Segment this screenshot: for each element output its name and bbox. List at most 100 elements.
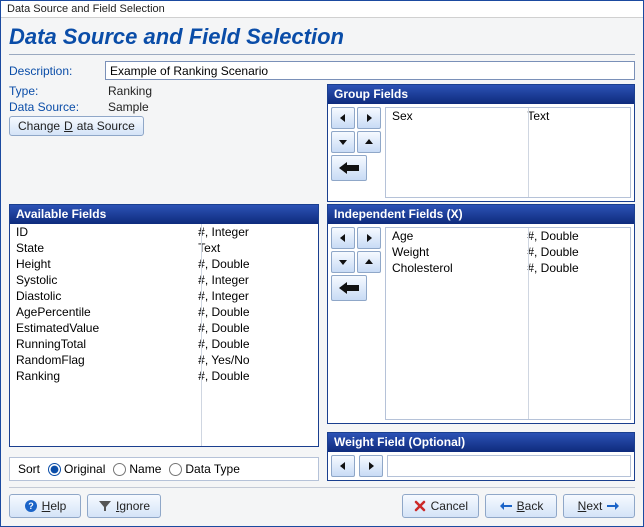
help-button[interactable]: ? Help bbox=[9, 494, 81, 518]
cell-name: RunningTotal bbox=[16, 336, 198, 352]
table-row[interactable]: Diastolic#, Integer bbox=[10, 288, 318, 304]
cell-name: ID bbox=[16, 224, 198, 240]
sort-bar: Sort Original Name Data Type bbox=[9, 457, 319, 481]
indep-down-button[interactable] bbox=[331, 251, 355, 273]
weight-field-panel: Weight Field (Optional) bbox=[327, 432, 635, 481]
table-row[interactable]: RandomFlag#, Yes/No bbox=[10, 352, 318, 368]
independent-arrows bbox=[331, 227, 381, 420]
arrow-left-icon bbox=[499, 499, 513, 513]
indep-up-button[interactable] bbox=[357, 251, 381, 273]
datasource-label: Data Source: bbox=[9, 100, 99, 114]
table-row[interactable]: Height#, Double bbox=[10, 256, 318, 272]
change-ds-label-suffix: ata Source bbox=[77, 119, 135, 133]
back-suffix: ack bbox=[525, 499, 544, 513]
back-button[interactable]: Back bbox=[485, 494, 557, 518]
table-row[interactable]: ID#, Integer bbox=[10, 224, 318, 240]
table-row[interactable]: Systolic#, Integer bbox=[10, 272, 318, 288]
group-fields-header: Group Fields bbox=[328, 85, 634, 104]
next-suffix: ext bbox=[586, 499, 602, 513]
cell-type: #, Double bbox=[198, 320, 312, 336]
cell-type: #, Double bbox=[198, 256, 312, 272]
description-row: Description: bbox=[9, 61, 635, 80]
group-down-button[interactable] bbox=[331, 131, 355, 153]
cell-name: Age bbox=[392, 228, 527, 244]
change-data-source-button[interactable]: Change Data Source bbox=[9, 116, 144, 136]
change-ds-label-prefix: Change bbox=[18, 119, 60, 133]
independent-fields-table[interactable]: Age#, DoubleWeight#, DoubleCholesterol#,… bbox=[385, 227, 631, 420]
independent-fields-panel: Independent Fields (X) bbox=[327, 204, 635, 424]
available-fields-header: Available Fields bbox=[10, 205, 318, 224]
cell-type: #, Integer bbox=[198, 288, 312, 304]
group-remove-all-button[interactable] bbox=[331, 155, 367, 181]
group-fields-table[interactable]: SexText bbox=[385, 107, 631, 198]
table-row[interactable]: Age#, Double bbox=[386, 228, 630, 244]
group-up-button[interactable] bbox=[357, 131, 381, 153]
content-area: Data Source and Field Selection Descript… bbox=[1, 18, 643, 526]
button-bar: ? Help Ignore Cancel Ba bbox=[9, 487, 635, 518]
sort-original-radio[interactable]: Original bbox=[48, 462, 105, 476]
description-label: Description: bbox=[9, 64, 99, 78]
cancel-icon bbox=[413, 499, 427, 513]
indep-prev-button[interactable] bbox=[331, 227, 355, 249]
window-title: Data Source and Field Selection bbox=[1, 1, 643, 18]
cell-type: #, Integer bbox=[198, 272, 312, 288]
group-arrows bbox=[331, 107, 381, 198]
description-input[interactable] bbox=[105, 61, 635, 80]
cell-name: RandomFlag bbox=[16, 352, 198, 368]
available-fields-table[interactable]: ID#, IntegerStateTextHeight#, DoubleSyst… bbox=[10, 224, 318, 446]
table-row[interactable]: Cholesterol#, Double bbox=[386, 260, 630, 276]
table-row[interactable]: StateText bbox=[10, 240, 318, 256]
cell-type: #, Double bbox=[527, 244, 624, 260]
table-row[interactable]: Weight#, Double bbox=[386, 244, 630, 260]
cell-name: State bbox=[16, 240, 198, 256]
table-row[interactable]: Ranking#, Double bbox=[10, 368, 318, 384]
next-button[interactable]: Next bbox=[563, 494, 635, 518]
cell-type: #, Double bbox=[527, 260, 624, 276]
page-heading: Data Source and Field Selection bbox=[9, 24, 635, 50]
available-fields-panel: Available Fields ID#, IntegerStateTextHe… bbox=[9, 204, 319, 447]
cell-name: AgePercentile bbox=[16, 304, 198, 320]
indep-remove-all-button[interactable] bbox=[331, 275, 367, 301]
group-next-button[interactable] bbox=[357, 107, 381, 129]
ignore-suffix: gnore bbox=[119, 499, 150, 513]
type-label: Type: bbox=[9, 84, 99, 98]
sort-label: Sort bbox=[18, 462, 40, 476]
cell-type: #, Double bbox=[198, 336, 312, 352]
table-row[interactable]: EstimatedValue#, Double bbox=[10, 320, 318, 336]
type-value: Ranking bbox=[105, 84, 155, 98]
cell-type: Text bbox=[527, 108, 624, 124]
sort-name-radio[interactable]: Name bbox=[113, 462, 161, 476]
window: Data Source and Field Selection Data Sou… bbox=[0, 0, 644, 527]
independent-fields-header: Independent Fields (X) bbox=[328, 205, 634, 224]
datasource-value: Sample bbox=[105, 100, 152, 114]
group-prev-button[interactable] bbox=[331, 107, 355, 129]
cell-type: Text bbox=[198, 240, 312, 256]
filter-icon bbox=[98, 499, 112, 513]
help-icon: ? bbox=[24, 499, 38, 513]
cell-type: #, Integer bbox=[198, 224, 312, 240]
cell-name: Ranking bbox=[16, 368, 198, 384]
ignore-button[interactable]: Ignore bbox=[87, 494, 161, 518]
heading-divider bbox=[9, 54, 635, 55]
table-row[interactable]: RunningTotal#, Double bbox=[10, 336, 318, 352]
cell-name: Sex bbox=[392, 108, 527, 124]
table-row[interactable]: AgePercentile#, Double bbox=[10, 304, 318, 320]
cell-name: Cholesterol bbox=[392, 260, 527, 276]
cell-name: Systolic bbox=[16, 272, 198, 288]
help-suffix: elp bbox=[50, 499, 66, 513]
cancel-label: Cancel bbox=[431, 499, 468, 513]
weight-next-button[interactable] bbox=[359, 455, 383, 477]
cell-type: #, Double bbox=[198, 368, 312, 384]
sort-datatype-radio[interactable]: Data Type bbox=[169, 462, 239, 476]
cell-name: EstimatedValue bbox=[16, 320, 198, 336]
cell-name: Diastolic bbox=[16, 288, 198, 304]
svg-text:?: ? bbox=[28, 501, 34, 511]
cancel-button[interactable]: Cancel bbox=[402, 494, 479, 518]
datasource-row: Data Source: Sample bbox=[9, 100, 319, 114]
weight-prev-button[interactable] bbox=[331, 455, 355, 477]
weight-field-input[interactable] bbox=[387, 455, 631, 477]
indep-next-button[interactable] bbox=[357, 227, 381, 249]
cell-type: #, Double bbox=[198, 304, 312, 320]
table-row[interactable]: SexText bbox=[386, 108, 630, 124]
back-accel: B bbox=[517, 499, 525, 513]
